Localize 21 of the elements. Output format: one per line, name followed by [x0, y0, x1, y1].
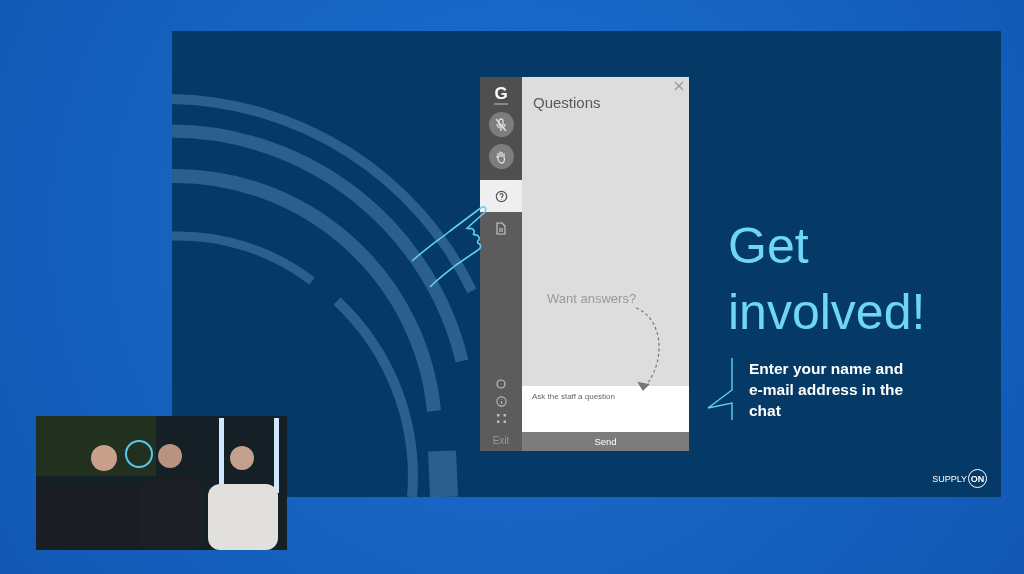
hand-icon: [495, 149, 507, 164]
circle-icon: [496, 379, 506, 389]
grid-icon: [496, 414, 506, 423]
panel-title: Questions: [533, 94, 602, 111]
document-icon: [496, 221, 506, 235]
send-button[interactable]: Send: [522, 432, 689, 451]
app-logo: G: [494, 85, 508, 105]
question-field[interactable]: Ask the staff a question: [522, 386, 689, 432]
info-icon: [495, 396, 507, 407]
question-bubble-icon: [494, 189, 508, 203]
hint-text: Want answers?: [547, 291, 637, 306]
instruction-text: Enter your name and e-mail address in the chat: [749, 359, 905, 421]
microphone-icon: [495, 117, 507, 132]
headline: Get involved!: [728, 217, 927, 342]
hand-button[interactable]: [488, 144, 514, 169]
exit-link[interactable]: Exit: [492, 435, 510, 446]
brand-logo: SUPPLY ON: [932, 469, 987, 488]
microphone-button[interactable]: [488, 112, 514, 137]
close-icon[interactable]: [674, 81, 684, 91]
sidebar-tab[interactable]: [480, 180, 522, 212]
callout-bracket-icon: [706, 357, 734, 421]
